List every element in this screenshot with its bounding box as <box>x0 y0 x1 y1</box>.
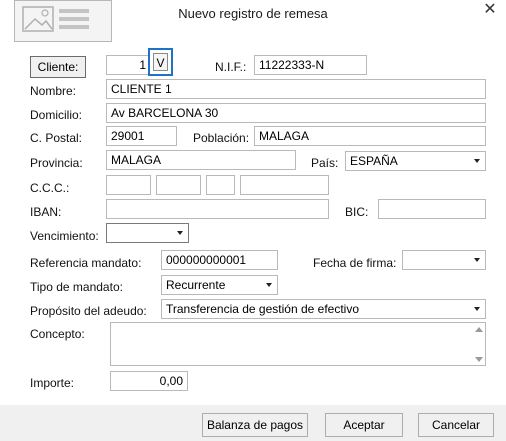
ccc-dc-field[interactable] <box>206 175 235 195</box>
vencimiento-select[interactable] <box>106 223 189 243</box>
pais-label: País: <box>311 156 339 170</box>
fecha-firma-label: Fecha de firma: <box>313 256 397 270</box>
concepto-label: Concepto: <box>30 327 85 341</box>
aceptar-button[interactable]: Aceptar <box>325 413 403 437</box>
ccc-oficina-field[interactable] <box>156 175 201 195</box>
cliente-button[interactable]: Cliente: <box>30 56 86 78</box>
poblacion-label: Población: <box>193 131 250 145</box>
poblacion-field[interactable]: MALAGA <box>254 126 486 146</box>
tipo-mandato-label: Tipo de mandato: <box>30 280 123 294</box>
proposito-label: Propósito del adeudo: <box>30 304 147 318</box>
importe-label: Importe: <box>30 376 75 390</box>
bic-label: BIC: <box>345 205 369 219</box>
ccc-label: C.C.C.: <box>30 181 70 195</box>
referencia-label: Referencia mandato: <box>30 256 142 270</box>
cancelar-button[interactable]: Cancelar <box>418 413 494 437</box>
close-icon[interactable]: ✕ <box>480 1 500 21</box>
pais-value: ESPAÑA <box>350 154 398 168</box>
scroll-up-icon[interactable] <box>475 327 483 332</box>
chevron-down-icon <box>266 283 272 287</box>
cliente-lookup-label: V <box>153 53 168 71</box>
domicilio-field[interactable]: Av BARCELONA 30 <box>106 103 486 123</box>
referencia-field[interactable]: 000000000001 <box>161 250 278 270</box>
pais-select[interactable]: ESPAÑA <box>345 151 486 171</box>
proposito-select[interactable]: Transferencia de gestión de efectivo <box>161 299 486 319</box>
domicilio-label: Domicilio: <box>30 108 83 122</box>
provincia-field[interactable]: MALAGA <box>106 150 296 170</box>
cpostal-label: C. Postal: <box>30 131 83 145</box>
chevron-down-icon <box>474 307 480 311</box>
cliente-code-field[interactable]: 1 <box>106 55 151 75</box>
chevron-down-icon <box>177 231 183 235</box>
ccc-entidad-field[interactable] <box>106 175 151 195</box>
ccc-cuenta-field[interactable] <box>240 175 329 195</box>
proposito-value: Transferencia de gestión de efectivo <box>166 302 360 316</box>
chevron-down-icon <box>474 159 480 163</box>
importe-field[interactable]: 0,00 <box>110 371 188 391</box>
tipo-mandato-value: Recurrente <box>166 278 226 292</box>
nombre-label: Nombre: <box>30 84 77 98</box>
vencimiento-label: Vencimiento: <box>30 229 99 243</box>
cpostal-field[interactable]: 29001 <box>106 126 177 146</box>
fecha-firma-select[interactable] <box>402 250 486 270</box>
nif-field[interactable]: 11222333-N <box>254 55 367 75</box>
balanza-pagos-button[interactable]: Balanza de pagos <box>202 413 308 437</box>
chevron-down-icon <box>474 258 480 262</box>
bic-field[interactable] <box>378 199 486 219</box>
concepto-textarea[interactable] <box>110 322 486 366</box>
scroll-down-icon[interactable] <box>475 357 483 362</box>
nombre-field[interactable]: CLIENTE 1 <box>106 79 486 99</box>
provincia-label: Provincia: <box>30 156 83 170</box>
iban-label: IBAN: <box>30 205 62 219</box>
tipo-mandato-select[interactable]: Recurrente <box>161 275 278 295</box>
nif-label: N.I.F.: <box>215 60 247 74</box>
cliente-lookup-button[interactable]: V <box>148 48 173 76</box>
iban-field[interactable] <box>106 199 329 219</box>
window-title: Nuevo registro de remesa <box>178 6 328 21</box>
